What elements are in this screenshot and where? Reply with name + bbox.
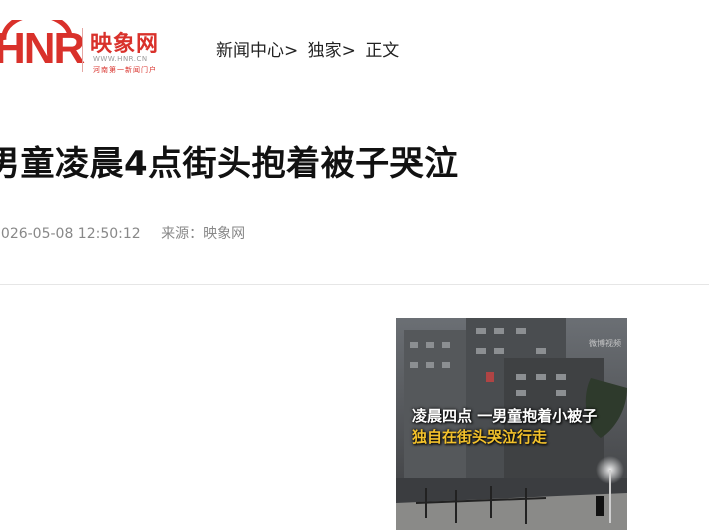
logo-name: 映象网 <box>90 31 160 57</box>
article-source: 来源：映象网 <box>161 226 246 242</box>
video-caption-line1: 凌晨四点 一男童抱着小被子 <box>412 407 598 425</box>
breadcrumb-exclusive[interactable]: 独家> <box>308 41 356 61</box>
content-divider <box>0 284 709 285</box>
breadcrumb: 新闻中心> 独家> 正文 <box>216 36 399 61</box>
article-meta: 2026-05-08 12:50:12 来源：映象网 <box>0 223 245 243</box>
logo-url: WWW.HNR.CN <box>93 55 148 63</box>
logo-slogan: 河南第一新闻门户 <box>93 66 157 74</box>
logo-mark: HNR <box>0 24 85 73</box>
video-watermark: 微博视频 <box>589 339 621 348</box>
article-timestamp: 2026-05-08 12:50:12 <box>0 226 141 242</box>
breadcrumb-current: 正文 <box>365 41 400 61</box>
breadcrumb-news-center[interactable]: 新闻中心> <box>216 41 298 61</box>
site-logo[interactable]: HNR 映象网 WWW.HNR.CN 河南第一新闻门户 <box>0 20 184 80</box>
article-title: 男童凌晨4点街头抱着被子哭泣 <box>0 144 459 184</box>
site-header: HNR 映象网 WWW.HNR.CN 河南第一新闻门户 新闻中心> 独家> 正文 <box>0 0 709 100</box>
video-caption-line2: 独自在街头哭泣行走 <box>412 428 548 446</box>
article-video[interactable]: 微博视频 凌晨四点 一男童抱着小被子 独自在街头哭泣行走 <box>396 318 627 530</box>
logo-divider <box>82 28 83 72</box>
